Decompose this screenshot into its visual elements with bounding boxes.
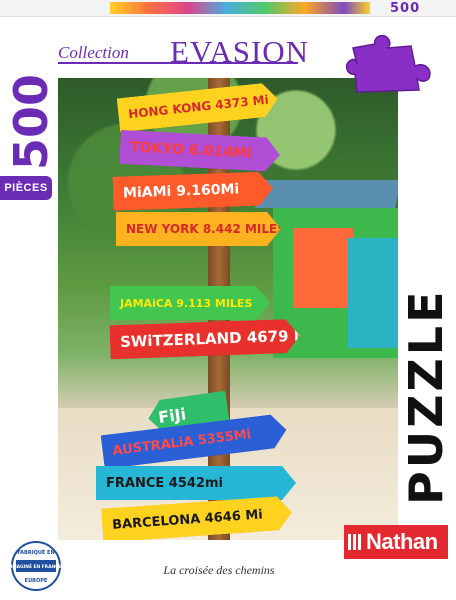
nathan-logo: Nathan	[344, 525, 448, 559]
product-type-vertical: PUZZLE	[399, 288, 453, 505]
made-in-france-badge: FABRIQUÉ EN IMAGINÉ EN FRANCE EUROPE	[10, 540, 62, 592]
sign-miami: MiAMi 9.160Mi	[112, 171, 273, 211]
pieces-label: PIÈCES	[0, 176, 52, 200]
sign-jamaica: JAMAiCA 9.113 MILES	[110, 286, 270, 320]
box-top-edge: 500	[0, 0, 456, 17]
cover-photo: HONG KONG 4373 Mi TOKYO 6.014Mi MiAMi 9.…	[58, 78, 398, 540]
puzzle-piece-icon	[345, 30, 435, 94]
sign-switzerland: SWiTZERLAND 4679 Mi	[109, 319, 300, 360]
edge-image-strip	[110, 2, 370, 14]
nathan-mark-icon	[344, 525, 366, 559]
hut-side	[348, 238, 398, 348]
piece-count-vertical: 500	[4, 72, 58, 172]
brand-name: Nathan	[366, 529, 438, 554]
collection-label: Collection	[58, 43, 129, 62]
sign-new-york: NEW YORK 8.442 MILES	[116, 212, 281, 246]
edge-piece-count: 500	[390, 1, 421, 16]
header-underline	[58, 62, 298, 64]
hut-door	[293, 228, 353, 308]
sign-france: FRANCE 4542mi	[96, 466, 296, 500]
badge-top-text: FABRIQUÉ EN	[17, 548, 54, 556]
puzzle-box-front: 500 Collection EVASION 500 PIÈCES HONG K…	[0, 0, 456, 600]
badge-bottom-text: EUROPE	[25, 578, 48, 584]
hut-roof	[255, 180, 398, 208]
collection-name: EVASION	[170, 34, 310, 69]
piece-count-text: 500	[4, 74, 58, 170]
